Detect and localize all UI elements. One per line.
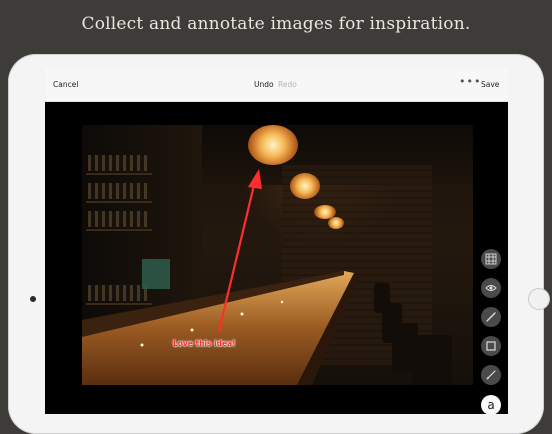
home-button[interactable] <box>528 288 550 310</box>
visibility-tool-button[interactable] <box>481 278 501 298</box>
save-button[interactable]: Save <box>481 80 499 89</box>
grid-tool-button[interactable] <box>481 249 501 269</box>
brush-tool-button[interactable] <box>481 365 501 385</box>
top-toolbar: Cancel Undo Redo ••• Save <box>45 69 508 102</box>
grid-icon <box>485 253 497 265</box>
undo-button[interactable]: Undo <box>254 80 274 89</box>
app-screen: Cancel Undo Redo ••• Save Love this idea… <box>45 69 508 414</box>
more-options-button[interactable]: ••• <box>459 75 481 88</box>
pen-icon <box>486 312 496 322</box>
text-icon: a <box>487 398 495 412</box>
rectangle-icon <box>486 341 496 351</box>
shape-tool-button[interactable] <box>481 336 501 356</box>
cancel-button[interactable]: Cancel <box>53 80 78 89</box>
tagline: Collect and annotate images for inspirat… <box>81 14 471 34</box>
front-camera <box>30 296 36 302</box>
bar-photo[interactable]: Love this idea! <box>82 125 473 385</box>
annotation-arrow[interactable] <box>82 125 473 385</box>
text-tool-button[interactable]: a <box>481 395 501 414</box>
annotation-label[interactable]: Love this idea! <box>173 339 236 348</box>
brush-icon <box>486 370 496 380</box>
redo-button[interactable]: Redo <box>278 80 297 89</box>
eye-icon <box>485 285 497 291</box>
pen-tool-button[interactable] <box>481 307 501 327</box>
